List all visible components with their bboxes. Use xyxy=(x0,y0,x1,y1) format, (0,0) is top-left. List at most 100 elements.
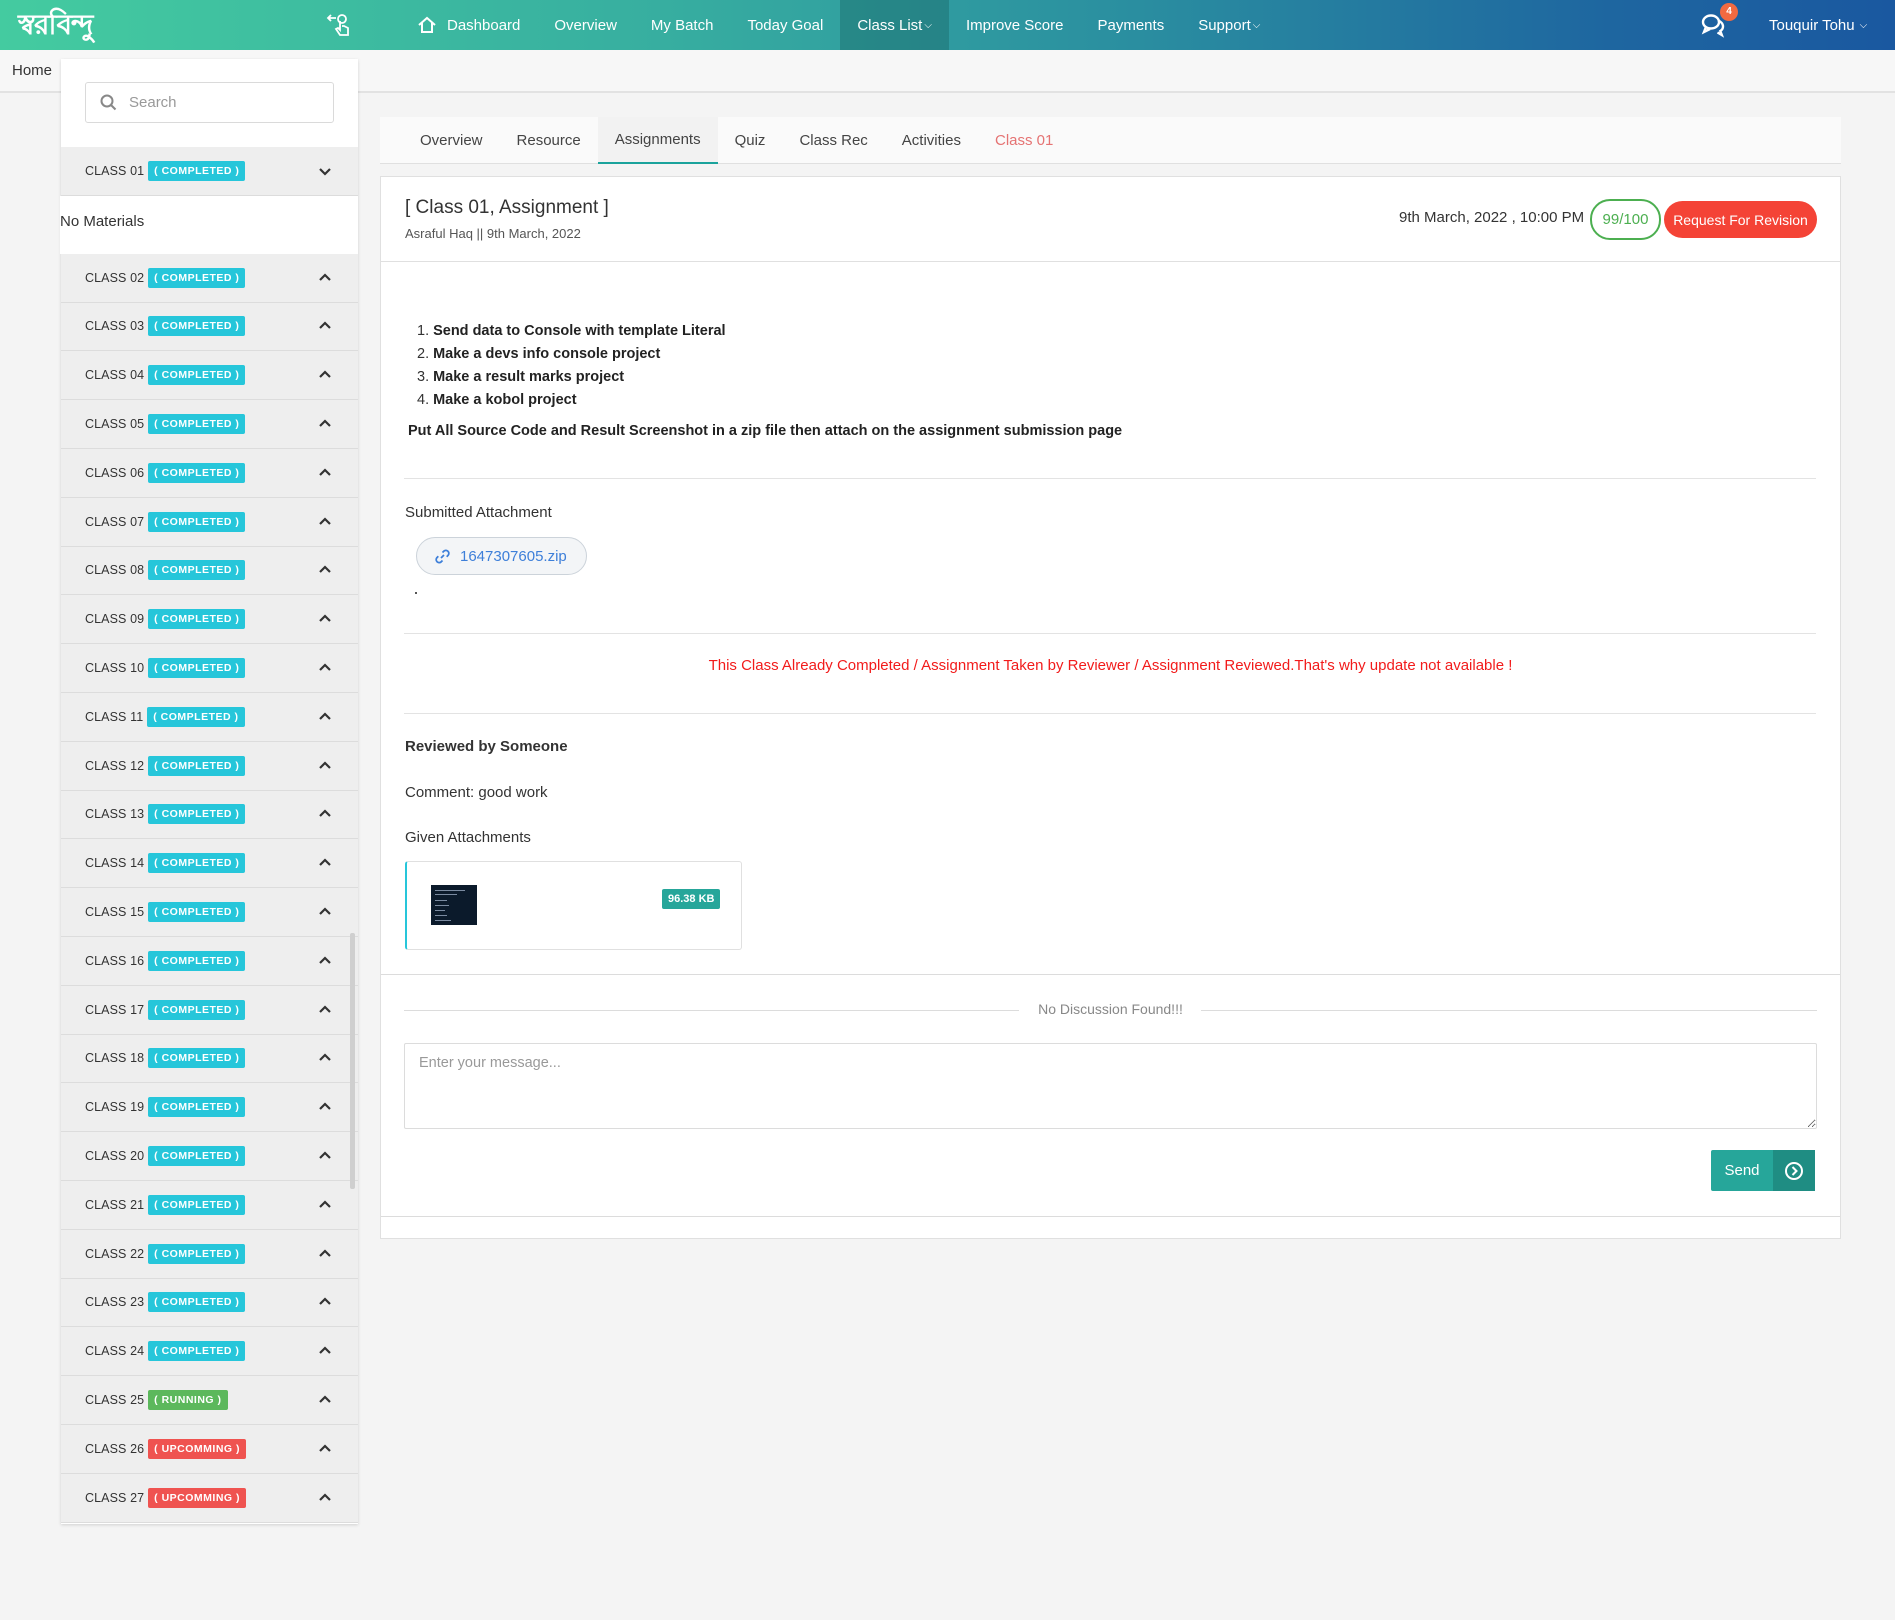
chevron-up-icon[interactable] xyxy=(318,517,332,527)
chevron-up-icon[interactable] xyxy=(318,858,332,868)
tab-class-rec[interactable]: Class Rec xyxy=(782,117,884,164)
nav-item-label: My Batch xyxy=(650,16,714,34)
chevron-up-icon[interactable] xyxy=(318,1346,332,1356)
class-name: CLASS 24 xyxy=(85,1344,145,1359)
class-name: CLASS 09 xyxy=(85,612,145,627)
class-name: CLASS 22 xyxy=(85,1246,145,1261)
chevron-up-icon[interactable] xyxy=(318,321,332,331)
class-row[interactable]: CLASS 06( COMPLETED ) xyxy=(61,448,358,498)
chevron-up-icon[interactable] xyxy=(318,1249,332,1259)
given-attachment-card[interactable]: 96.38 KB xyxy=(405,861,742,950)
chevron-up-icon[interactable] xyxy=(318,1200,332,1210)
nav-item-overview[interactable]: Overview xyxy=(537,0,634,50)
class-row[interactable]: CLASS 15( COMPLETED ) xyxy=(61,888,358,937)
nav-item-dashboard[interactable]: Dashboard xyxy=(400,0,537,50)
class-row[interactable]: CLASS 11( COMPLETED ) xyxy=(61,692,358,742)
send-button[interactable]: Send xyxy=(1711,1150,1815,1191)
chevron-up-icon[interactable] xyxy=(318,761,332,771)
class-row[interactable]: CLASS 27( UPCOMMING ) xyxy=(61,1473,358,1523)
switch-view-icon[interactable] xyxy=(326,13,352,37)
class-row[interactable]: CLASS 08( COMPLETED ) xyxy=(61,546,358,596)
chevron-up-icon[interactable] xyxy=(318,907,332,917)
class-name: CLASS 20 xyxy=(85,1149,145,1164)
breadcrumb-home[interactable]: Home xyxy=(12,62,52,79)
class-row[interactable]: CLASS 17( COMPLETED ) xyxy=(61,985,358,1035)
class-row[interactable]: CLASS 01( COMPLETED ) xyxy=(61,147,358,196)
class-row[interactable]: CLASS 19( COMPLETED ) xyxy=(61,1083,358,1133)
submitted-attachment-link[interactable]: 1647307605.zip xyxy=(416,537,587,575)
chevron-up-icon[interactable] xyxy=(318,1005,332,1015)
divider xyxy=(404,633,1816,634)
chevron-up-icon[interactable] xyxy=(318,565,332,575)
class-row[interactable]: CLASS 24( COMPLETED ) xyxy=(61,1327,358,1377)
sidebar-scrollbar[interactable] xyxy=(350,933,355,1189)
chevron-up-icon[interactable] xyxy=(318,370,332,380)
dot-marker xyxy=(415,592,417,594)
tab-resource[interactable]: Resource xyxy=(500,117,598,164)
class-row[interactable]: CLASS 26( UPCOMMING ) xyxy=(61,1424,358,1474)
tab-quiz[interactable]: Quiz xyxy=(718,117,783,164)
nav-item-support[interactable]: Support ⌵ xyxy=(1181,0,1277,50)
class-status-badge: ( COMPLETED ) xyxy=(147,706,245,727)
chevron-up-icon[interactable] xyxy=(318,809,332,819)
chevron-up-icon[interactable] xyxy=(318,1151,332,1161)
user-menu[interactable]: Touquir Tohu ⌵ xyxy=(1769,0,1867,50)
chevron-up-icon[interactable] xyxy=(318,712,332,722)
chevron-up-icon[interactable] xyxy=(318,1053,332,1063)
class-name: CLASS 23 xyxy=(85,1295,145,1310)
message-input[interactable] xyxy=(404,1043,1817,1129)
class-status-badge: ( COMPLETED ) xyxy=(148,316,246,337)
chevron-up-icon[interactable] xyxy=(318,419,332,429)
tab-class-01[interactable]: Class 01 xyxy=(978,117,1070,164)
no-discussion-text: No Discussion Found!!! xyxy=(1038,1001,1183,1017)
class-row[interactable]: CLASS 09( COMPLETED ) xyxy=(61,595,358,645)
chevron-up-icon[interactable] xyxy=(318,468,332,478)
class-row[interactable]: CLASS 20( COMPLETED ) xyxy=(61,1132,358,1181)
chevron-up-icon[interactable] xyxy=(318,956,332,966)
nav-item-payments[interactable]: Payments xyxy=(1081,0,1182,50)
class-row[interactable]: CLASS 25( RUNNING ) xyxy=(61,1376,358,1425)
chevron-up-icon[interactable] xyxy=(318,1493,332,1503)
chevron-up-icon[interactable] xyxy=(318,663,332,673)
nav-item-improve-score[interactable]: Improve Score xyxy=(949,0,1081,50)
search-input[interactable] xyxy=(129,94,319,111)
link-icon xyxy=(435,549,450,563)
request-revision-button[interactable]: Request For Revision xyxy=(1664,201,1817,238)
chevron-down-icon: ⌵ xyxy=(924,19,932,31)
brand-logo[interactable]: স্বরবিন্দু xyxy=(18,8,94,42)
class-row[interactable]: CLASS 23( COMPLETED ) xyxy=(61,1278,358,1328)
class-row[interactable]: CLASS 04( COMPLETED ) xyxy=(61,351,358,401)
class-row[interactable]: CLASS 02( COMPLETED ) xyxy=(61,253,358,303)
tab-assignments[interactable]: Assignments xyxy=(597,117,718,164)
class-row[interactable]: CLASS 07( COMPLETED ) xyxy=(61,497,358,547)
class-row[interactable]: CLASS 12( COMPLETED ) xyxy=(61,741,358,791)
class-row[interactable]: CLASS 03( COMPLETED ) xyxy=(61,302,358,352)
class-name: CLASS 03 xyxy=(85,319,145,334)
class-row[interactable]: CLASS 18( COMPLETED ) xyxy=(61,1034,358,1084)
class-row[interactable]: CLASS 10( COMPLETED ) xyxy=(61,644,358,693)
class-row[interactable]: CLASS 05( COMPLETED ) xyxy=(61,400,358,449)
tab-overview[interactable]: Overview xyxy=(403,117,500,164)
class-row[interactable]: CLASS 13( COMPLETED ) xyxy=(61,790,358,840)
chevron-up-icon[interactable] xyxy=(318,614,332,624)
class-row[interactable]: CLASS 21( COMPLETED ) xyxy=(61,1180,358,1230)
chevron-up-icon[interactable] xyxy=(318,1102,332,1112)
chevron-up-icon[interactable] xyxy=(318,1395,332,1405)
nav-item-my-batch[interactable]: My Batch xyxy=(634,0,731,50)
class-name: CLASS 11 xyxy=(85,709,144,724)
class-status-badge: ( COMPLETED ) xyxy=(148,1097,246,1118)
content-tabs: Overview Resource Assignments Quiz Class Rec… xyxy=(380,117,1841,164)
nav-item-class-list[interactable]: Class List ⌵ xyxy=(840,0,949,50)
no-materials-text: No Materials xyxy=(60,195,357,254)
chevron-up-icon[interactable] xyxy=(318,273,332,283)
class-row[interactable]: CLASS 14( COMPLETED ) xyxy=(61,839,358,889)
tab-activities[interactable]: Activities xyxy=(885,117,978,164)
task-number: 3. xyxy=(417,369,430,385)
chevron-up-icon[interactable] xyxy=(318,1297,332,1307)
nav-item-today-goal[interactable]: Today Goal xyxy=(730,0,840,50)
chevron-down-icon[interactable] xyxy=(318,166,332,176)
chevron-down-icon: ⌵ xyxy=(1252,19,1261,31)
chevron-up-icon[interactable] xyxy=(318,1444,332,1454)
class-row[interactable]: CLASS 22( COMPLETED ) xyxy=(61,1229,358,1279)
class-row[interactable]: CLASS 16( COMPLETED ) xyxy=(61,936,358,986)
